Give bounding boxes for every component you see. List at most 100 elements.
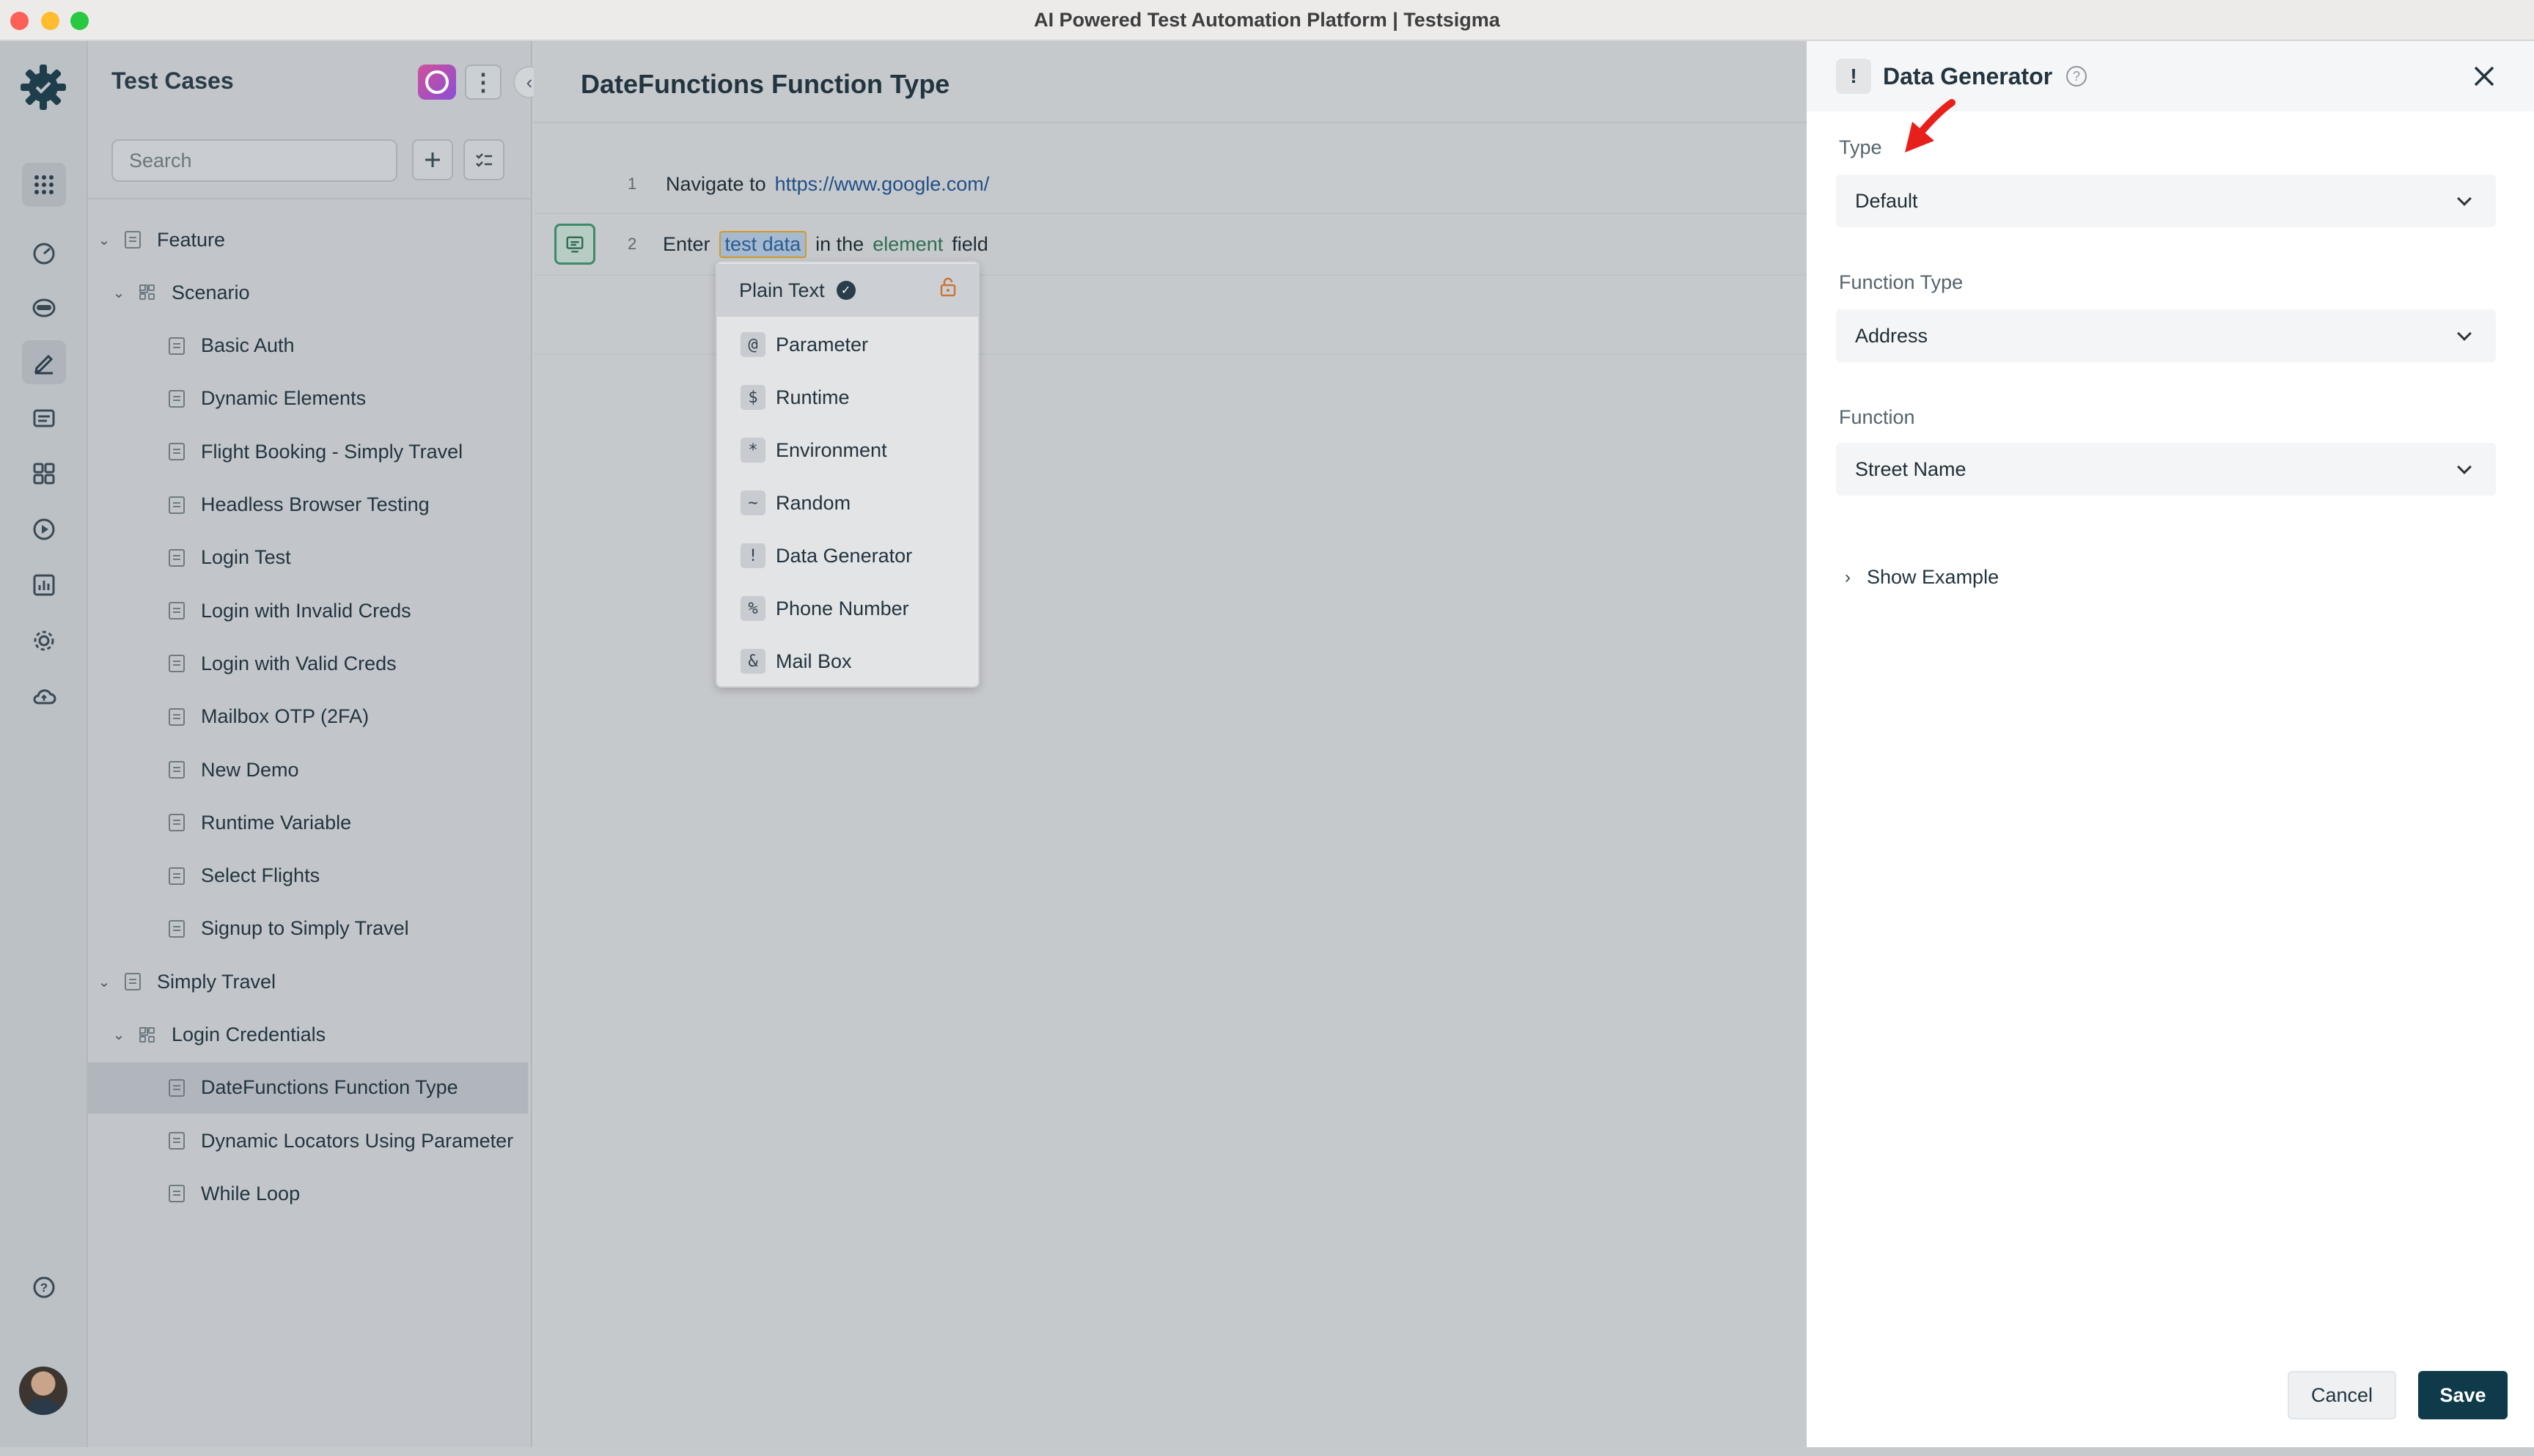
tree-item-test-case[interactable]: Dynamic Locators Using Parameter: [88, 1115, 532, 1166]
tree-item-test-case[interactable]: Headless Browser Testing: [88, 479, 532, 531]
help-icon[interactable]: ?: [22, 1265, 66, 1309]
tree-item-test-case[interactable]: New Demo: [88, 744, 532, 795]
chevron-down-icon[interactable]: ⌄: [97, 231, 111, 249]
tree-item-label: Scenario: [172, 281, 250, 304]
user-avatar[interactable]: [19, 1367, 67, 1415]
step-type-chip[interactable]: [554, 224, 595, 265]
ai-agent-button[interactable]: [418, 65, 456, 100]
menu-item-environment[interactable]: * Environment: [717, 424, 978, 477]
test-step-1[interactable]: 1 Navigate to https://www.google.com/: [534, 154, 1807, 214]
type-select[interactable]: Default: [1836, 174, 2496, 227]
tree-item-scenario[interactable]: ⌄ Login Credentials: [88, 1010, 532, 1061]
menu-item-label: Mail Box: [776, 650, 852, 672]
tree-item-test-case[interactable]: Select Flights: [88, 850, 532, 902]
tree-item-test-case[interactable]: DateFunctions Function Type: [88, 1062, 528, 1114]
reports-icon[interactable]: [22, 563, 66, 607]
asterisk-icon: *: [741, 438, 765, 463]
chevron-down-icon[interactable]: ⌄: [111, 1026, 126, 1044]
test-case-icon: [169, 389, 185, 408]
test-case-icon: [169, 867, 185, 885]
menu-item-parameter[interactable]: @ Parameter: [717, 318, 978, 371]
apps-grid-icon[interactable]: [22, 163, 66, 207]
menu-item-label: Environment: [776, 438, 887, 461]
tree-item-label: DateFunctions Function Type: [201, 1076, 458, 1099]
type-value: Default: [1855, 189, 1918, 212]
testsigma-logo-icon[interactable]: [19, 63, 67, 111]
tree-item-label: Headless Browser Testing: [201, 493, 430, 515]
test-case-icon: [169, 1078, 185, 1097]
save-button[interactable]: Save: [2418, 1371, 2508, 1419]
exclamation-icon: !: [741, 543, 765, 568]
chevron-down-icon[interactable]: ⌄: [97, 973, 111, 991]
step-url[interactable]: https://www.google.com/: [775, 173, 990, 196]
search-input[interactable]: [111, 139, 397, 182]
test-case-icon: [169, 496, 185, 514]
tree-item-label: Dynamic Locators Using Parameter: [201, 1129, 514, 1152]
tree-item-test-case[interactable]: While Loop: [88, 1168, 532, 1219]
play-circle-icon[interactable]: [22, 507, 66, 551]
tree-item-test-case[interactable]: Login with Valid Creds: [88, 638, 532, 689]
tree-item-scenario[interactable]: ⌄ Scenario: [88, 267, 532, 318]
svg-text:?: ?: [40, 1281, 48, 1295]
tree-item-feature[interactable]: ⌄ Simply Travel: [88, 956, 532, 1007]
close-icon[interactable]: [2467, 59, 2502, 94]
tree-item-label: Login with Valid Creds: [201, 652, 397, 674]
menu-item-runtime[interactable]: $ Runtime: [717, 371, 978, 424]
tree-item-test-case[interactable]: Mailbox OTP (2FA): [88, 691, 532, 743]
tree-item-label: Login with Invalid Creds: [201, 599, 411, 622]
checklist-icon: [476, 153, 492, 167]
menu-item-plain-text[interactable]: Plain Text ✓: [717, 264, 978, 317]
help-icon[interactable]: ?: [2066, 66, 2087, 87]
menu-item-mail-box[interactable]: & Mail Box: [717, 635, 978, 688]
tree-item-label: Dynamic Elements: [201, 387, 367, 410]
tree-item-test-case[interactable]: Dynamic Elements: [88, 373, 532, 424]
menu-item-label: Random: [776, 491, 851, 514]
ampersand-icon: &: [741, 649, 765, 674]
menu-item-random[interactable]: ~ Random: [717, 477, 978, 529]
element-token[interactable]: element: [873, 233, 943, 256]
modules-icon[interactable]: [22, 452, 66, 496]
test-data-token[interactable]: test data: [719, 230, 807, 258]
dashboard-icon[interactable]: [22, 232, 66, 276]
chevron-down-icon[interactable]: ⌄: [111, 284, 126, 302]
checklist-button[interactable]: [463, 139, 504, 180]
cloud-icon[interactable]: [22, 674, 66, 718]
tree-item-test-case[interactable]: Signup to Simply Travel: [88, 903, 532, 955]
cancel-button[interactable]: Cancel: [2288, 1371, 2396, 1419]
settings-icon[interactable]: [22, 619, 66, 663]
lock-icon[interactable]: [937, 276, 959, 298]
test-case-icon: [169, 443, 185, 461]
tree-item-test-case[interactable]: Flight Booking - Simply Travel: [88, 426, 532, 477]
menu-item-phone-number[interactable]: % Phone Number: [717, 582, 978, 635]
annotation-arrow-icon: [1905, 99, 1955, 152]
more-options-button[interactable]: ⋮: [465, 65, 502, 100]
test-case-icon: [169, 602, 185, 620]
add-button[interactable]: [412, 139, 453, 180]
tree-item-test-case[interactable]: Login Test: [88, 532, 532, 584]
chevron-right-icon: ›: [1845, 567, 1851, 587]
tree-item-feature[interactable]: ⌄ Feature: [88, 214, 532, 265]
icon-rail: ?: [0, 41, 88, 1447]
tree-item-test-case[interactable]: Runtime Variable: [88, 797, 532, 848]
step-action: Navigate to: [666, 172, 766, 195]
tree-item-test-case[interactable]: Login with Invalid Creds: [88, 585, 532, 636]
test-case-icon: [169, 761, 185, 779]
edit-icon[interactable]: [22, 340, 66, 384]
show-example-label: Show Example: [1867, 566, 1999, 588]
show-example-toggle[interactable]: › Show Example: [1845, 566, 1999, 589]
tree-item-test-case[interactable]: Basic Auth: [88, 320, 532, 372]
menu-item-data-generator[interactable]: ! Data Generator: [717, 529, 978, 582]
tree-item-label: New Demo: [201, 758, 299, 781]
test-case-icon: [169, 707, 185, 726]
menu-item-label: Phone Number: [776, 597, 909, 619]
agent-icon[interactable]: [22, 286, 66, 330]
tree-item-label: Simply Travel: [157, 970, 276, 993]
function-select[interactable]: Street Name: [1836, 443, 2496, 496]
function-type-select[interactable]: Address: [1836, 309, 2496, 362]
tree-item-label: Runtime Variable: [201, 811, 352, 834]
scenario-grid-icon: [139, 284, 155, 301]
tree-item-label: Signup to Simply Travel: [201, 917, 409, 940]
panel-title: Test Cases: [111, 67, 234, 94]
folder-icon[interactable]: [22, 396, 66, 440]
tree-item-label: Select Flights: [201, 864, 320, 887]
